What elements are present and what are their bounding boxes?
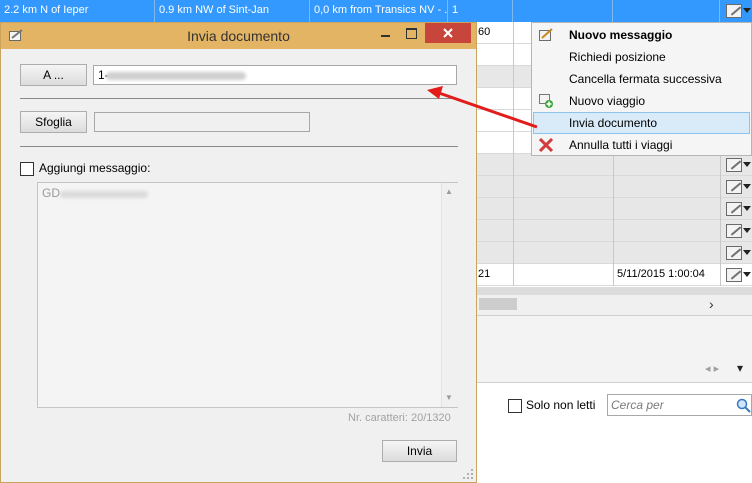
pen-note-icon — [539, 28, 553, 41]
grid-cell-location3: 0,0 km from Transics NV - ... — [310, 0, 448, 22]
add-message-label: Aggiungi messaggio: — [39, 161, 151, 175]
search-placeholder: Cerca per — [611, 398, 664, 412]
maximize-icon[interactable] — [406, 28, 417, 39]
recipient-button[interactable]: A ... — [20, 64, 87, 86]
menu-item-nuovo-viaggio[interactable]: Nuovo viaggio — [533, 90, 750, 112]
solo-non-letti-label: Solo non letti — [526, 398, 596, 412]
horizontal-scrollbar[interactable]: › — [477, 295, 752, 316]
redacted-text — [106, 72, 246, 80]
grid-divider — [513, 22, 514, 286]
grid-cell-empty — [513, 0, 613, 22]
menu-item-nuovo-messaggio[interactable]: Nuovo messaggio — [533, 24, 750, 46]
message-text: GD — [42, 186, 60, 200]
row-context-menu: Nuovo messaggio Richiedi posizione Cance… — [531, 22, 752, 156]
grid-panel-band — [477, 316, 752, 359]
recipient-field[interactable]: 1- — [93, 65, 457, 85]
grid-cell-location: 2.2 km N of Ieper — [0, 0, 155, 22]
textarea-scrollbar[interactable]: ▲ ▼ — [441, 183, 458, 407]
redacted-text — [60, 191, 148, 198]
grid-cell-fragment: 60 — [478, 26, 491, 38]
row-action-menu-icon[interactable] — [724, 2, 752, 20]
add-trip-icon — [539, 94, 553, 108]
grid-cell-location2: 0.9 km NW of Sint-Jan — [155, 0, 310, 22]
scroll-down-icon[interactable]: ▼ — [445, 393, 453, 402]
row-action-menu-icon[interactable] — [724, 244, 752, 262]
pager-caret-icon[interactable]: ▾ — [737, 361, 743, 375]
close-button[interactable] — [425, 23, 471, 43]
search-input[interactable]: Cerca per — [607, 394, 752, 416]
char-counter: Nr. caratteri: 20/1320 — [348, 412, 451, 424]
add-message-checkbox[interactable] — [20, 162, 34, 176]
menu-item-richiedi-posizione[interactable]: Richiedi posizione — [533, 46, 750, 68]
menu-item-label: Richiedi posizione — [569, 50, 666, 64]
close-icon — [443, 28, 453, 38]
red-x-icon — [539, 138, 553, 152]
menu-item-invia-documento[interactable]: Invia documento — [533, 112, 750, 134]
file-path-field[interactable] — [94, 112, 310, 132]
invia-documento-dialog: Invia documento A ... 1- Sfoglia Aggiung… — [0, 22, 477, 483]
row-action-menu-icon[interactable] — [724, 222, 752, 240]
grid-cell-empty2 — [613, 0, 720, 22]
row-action-menu-icon[interactable] — [724, 266, 752, 284]
resize-grip-icon[interactable] — [462, 468, 474, 480]
selected-grid-row[interactable]: 2.2 km N of Ieper 0.9 km NW of Sint-Jan … — [0, 0, 752, 22]
scrollbar-thumb[interactable] — [479, 298, 517, 310]
menu-item-label: Nuovo messaggio — [569, 28, 673, 42]
row-action-menu-icon[interactable] — [724, 178, 752, 196]
menu-item-label: Annulla tutti i viaggi — [569, 138, 673, 152]
row-action-menu-icon[interactable] — [724, 156, 752, 174]
search-icon[interactable] — [736, 398, 751, 413]
menu-item-label: Invia documento — [569, 116, 658, 130]
send-button[interactable]: Invia — [382, 440, 457, 462]
separator — [20, 146, 458, 147]
menu-item-cancella-fermata[interactable]: Cancella fermata successiva — [533, 68, 750, 90]
scroll-right-icon[interactable]: › — [709, 296, 714, 312]
grid-cell-count: 1 — [448, 0, 513, 22]
separator — [20, 98, 458, 99]
minimize-icon[interactable] — [381, 35, 390, 37]
menu-item-label: Nuovo viaggio — [569, 94, 646, 108]
grid-cell-fragment: 21 — [478, 268, 491, 280]
dialog-titlebar[interactable]: Invia documento — [1, 23, 476, 49]
pager-bar: ◂ ▸ ▾ — [477, 358, 752, 383]
grid-cell-datetime: 5/11/2015 1:00:04 — [617, 268, 705, 280]
red-arrow-annotation — [427, 86, 538, 129]
dialog-title: Invia documento — [187, 28, 290, 44]
browse-button[interactable]: Sfoglia — [20, 111, 87, 133]
menu-item-label: Cancella fermata successiva — [569, 72, 722, 86]
solo-non-letti-checkbox[interactable] — [508, 399, 522, 413]
scroll-up-icon[interactable]: ▲ — [445, 187, 453, 196]
pager-arrows-icon[interactable]: ◂ ▸ — [705, 362, 719, 375]
row-action-menu-icon[interactable] — [724, 200, 752, 218]
grid-footer-band — [477, 287, 752, 295]
menu-item-annulla-viaggi[interactable]: Annulla tutti i viaggi — [533, 134, 750, 156]
message-textarea[interactable]: GD ▲ ▼ — [37, 182, 458, 408]
